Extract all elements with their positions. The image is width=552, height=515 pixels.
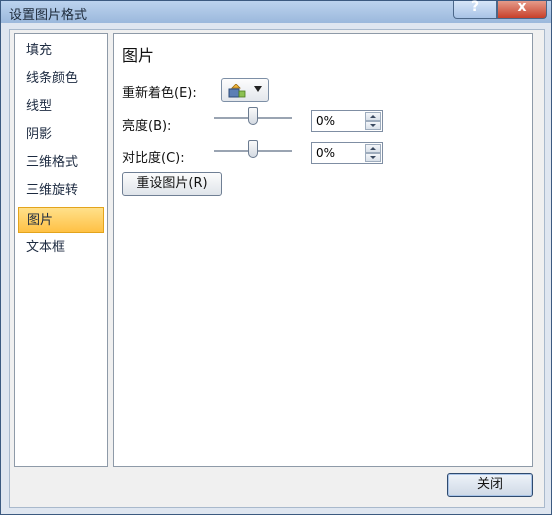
title-bar[interactable]: 设置图片格式 ? x <box>1 0 551 23</box>
brightness-label: 亮度(B): <box>122 119 172 134</box>
brightness-spin-arrows <box>365 112 381 130</box>
contrast-label: 对比度(C): <box>122 151 185 166</box>
nav-item-picture[interactable]: 图片 <box>18 207 104 233</box>
nav-item-line-color[interactable]: 线条颜色 <box>18 66 104 92</box>
contrast-spinbox <box>311 142 383 164</box>
picture-settings-panel: 图片 重新着色(E): 亮度(B): 0% 对比度(C): 0% 重设图片(R) <box>113 33 533 467</box>
chevron-down-icon <box>254 86 262 92</box>
brightness-input[interactable] <box>314 113 366 129</box>
window-close-button[interactable]: x <box>497 0 547 19</box>
close-icon: x <box>517 0 527 15</box>
brightness-up-arrow[interactable] <box>365 112 381 121</box>
dialog-client-area: 填充 线条颜色 线型 阴影 三维格式 三维旋转 图片 文本框 图片 重新着色(E… <box>9 29 545 508</box>
brightness-down-arrow[interactable] <box>365 121 381 130</box>
category-list: 填充 线条颜色 线型 阴影 三维格式 三维旋转 图片 文本框 <box>14 33 108 467</box>
nav-item-fill[interactable]: 填充 <box>18 38 104 64</box>
brightness-spinbox <box>311 110 383 132</box>
nav-item-line-style[interactable]: 线型 <box>18 94 104 120</box>
brightness-slider[interactable] <box>214 107 292 127</box>
recolor-icon <box>228 84 246 98</box>
nav-item-text-box[interactable]: 文本框 <box>18 235 104 261</box>
nav-item-3d-rotation[interactable]: 三维旋转 <box>18 178 104 204</box>
contrast-spin-arrows <box>365 144 381 162</box>
recolor-dropdown[interactable] <box>221 78 269 102</box>
contrast-slider[interactable] <box>214 140 292 160</box>
dialog-title: 设置图片格式 <box>9 8 88 23</box>
nav-item-3d-format[interactable]: 三维格式 <box>18 150 104 176</box>
close-button[interactable]: 关闭 <box>447 473 533 497</box>
section-title: 图片 <box>122 46 155 65</box>
contrast-slider-thumb[interactable] <box>248 140 258 158</box>
format-picture-dialog: 设置图片格式 ? x 填充 线条颜色 线型 阴影 三维格式 三维旋转 图片 文本… <box>0 0 552 515</box>
contrast-up-arrow[interactable] <box>365 144 381 153</box>
reset-picture-button[interactable]: 重设图片(R) <box>122 172 222 196</box>
contrast-down-arrow[interactable] <box>365 153 381 162</box>
brightness-slider-thumb[interactable] <box>248 107 258 125</box>
nav-item-shadow[interactable]: 阴影 <box>18 122 104 148</box>
help-icon: ? <box>470 0 480 15</box>
help-button[interactable]: ? <box>453 0 497 19</box>
contrast-input[interactable] <box>314 145 366 161</box>
recolor-label: 重新着色(E): <box>122 86 197 101</box>
